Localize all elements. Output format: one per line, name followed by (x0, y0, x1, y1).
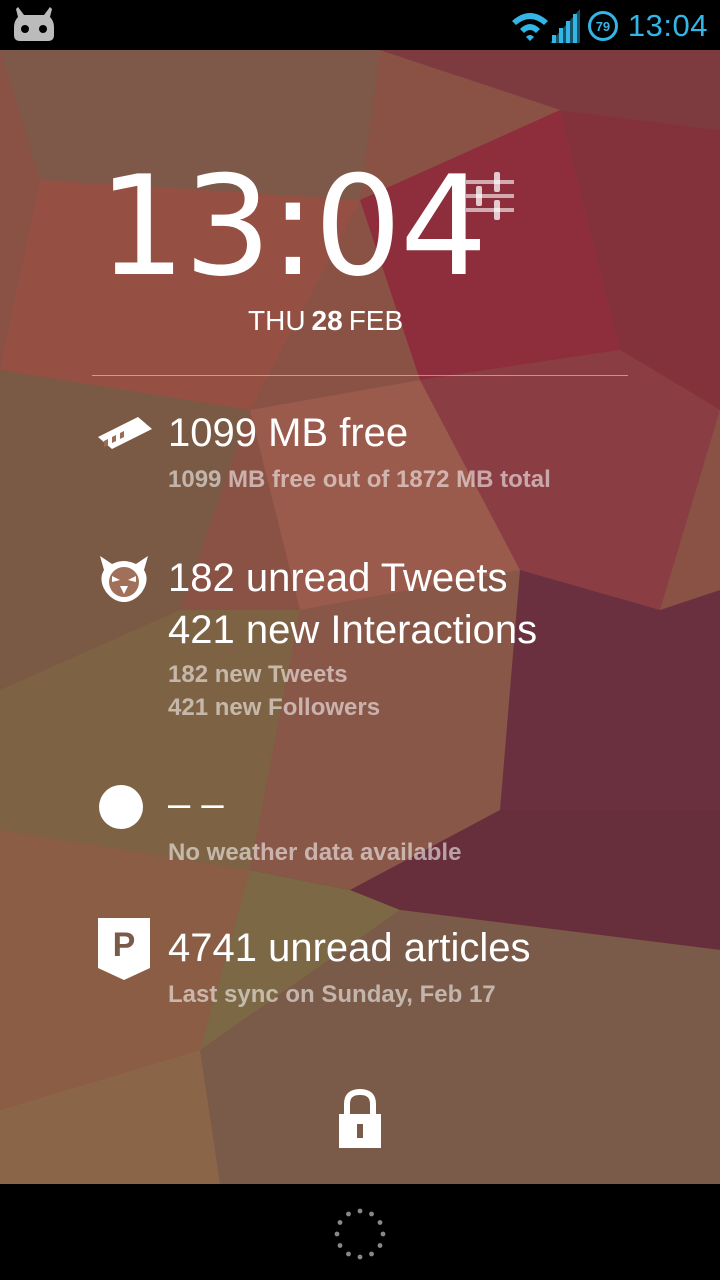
weather-subtitle: No weather data available (168, 839, 462, 866)
battery-icon: 79 (587, 11, 618, 41)
pocket-subtitle: Last sync on Sunday, Feb 17 (168, 981, 496, 1008)
memory-card-icon (98, 417, 152, 449)
wifi-icon (511, 13, 548, 41)
lock-icon[interactable] (337, 1088, 383, 1150)
svg-text:P: P (113, 926, 136, 964)
status-time: 13:04 (627, 8, 708, 43)
date-month: FEB (348, 305, 404, 336)
weather-title: – – (168, 782, 224, 826)
memory-title: 1099 MB free (168, 411, 409, 455)
lockscreen-date: THU 28 FEB (248, 305, 403, 337)
pocket-icon: P (98, 918, 150, 980)
falcon-icon (100, 556, 148, 602)
twitter-subtitle-2: 421 new Followers (168, 694, 381, 721)
pocket-title: 4741 unread articles (168, 926, 531, 970)
twitter-subtitle: 182 new Tweets (168, 661, 348, 688)
date-day: THU (248, 305, 306, 336)
cyanogenmod-icon (14, 7, 54, 41)
twitter-title-2: 421 new Interactions (168, 608, 538, 652)
divider (92, 375, 628, 376)
lockscreen-clock: 13:04 (98, 146, 488, 307)
weather-dot-icon (99, 785, 143, 829)
memory-subtitle: 1099 MB free out of 1872 MB total (168, 466, 551, 493)
loading-ring-icon (334, 1208, 386, 1260)
sliders-icon[interactable] (464, 170, 516, 222)
signal-icon (549, 9, 580, 43)
twitter-title: 182 unread Tweets (168, 556, 508, 600)
date-number: 28 (311, 305, 343, 336)
status-bar: 79 13:04 (0, 0, 720, 50)
